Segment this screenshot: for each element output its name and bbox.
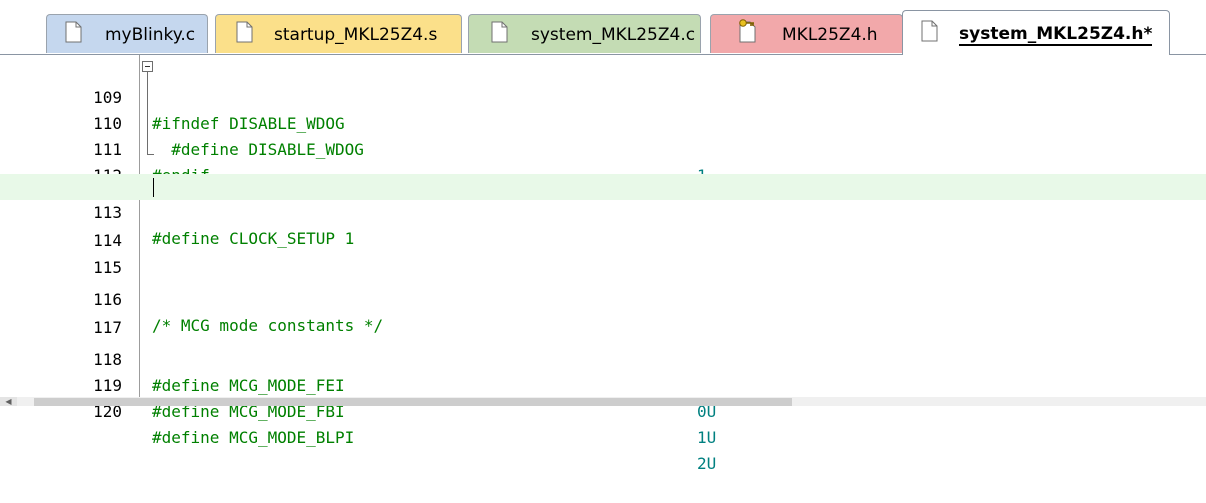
tab-label: system_MKL25Z4.h* [959, 24, 1153, 46]
code-line-current[interactable]: 113 #define CLOCK_SETUP 1 [0, 174, 1206, 248]
code-text: #define MCG_MODE_BLPI [152, 428, 355, 447]
code-line[interactable]: 114 [0, 202, 1206, 250]
horizontal-scrollbar[interactable]: ◀ [0, 397, 1206, 406]
tab-label: myBlinky.c [105, 25, 196, 45]
tab-label: startup_MKL25Z4.s [274, 25, 438, 45]
code-line[interactable]: 111 #endif [0, 111, 1206, 185]
code-line[interactable]: 110 #define DISABLE_WDOG 1 [0, 85, 1206, 185]
code-line[interactable]: 119 #define MCG_MODE_FBI 1U [0, 347, 1206, 447]
tab-startup-mkl25z4-s[interactable]: startup_MKL25Z4.s [215, 14, 462, 53]
code-line[interactable]: 118 #define MCG_MODE_FEI 0U [0, 321, 1206, 421]
tab-label: system_MKL25Z4.c [531, 25, 696, 45]
code-line[interactable]: 120 #define MCG_MODE_BLPI 2U [0, 373, 1206, 473]
text-caret [153, 178, 154, 197]
scrollbar-thumb[interactable] [34, 398, 792, 406]
tab-label: MKL25Z4.h [782, 25, 878, 45]
document-icon [491, 21, 508, 43]
key-document-icon [739, 19, 756, 43]
code-line[interactable]: 117 [0, 289, 1206, 337]
code-editor[interactable]: 109 #ifndef DISABLE_WDOG 110 #define DIS… [0, 55, 1206, 473]
code-line[interactable]: 112 [0, 137, 1206, 185]
fold-guide-line [147, 72, 148, 154]
tab-system-mkl25z4-c[interactable]: system_MKL25Z4.c [468, 14, 701, 53]
tab-system-mkl25z4-h[interactable]: system_MKL25Z4.h* [902, 10, 1170, 55]
define-value: 1U [697, 428, 717, 447]
code-line[interactable]: 109 #ifndef DISABLE_WDOG [0, 59, 1206, 133]
scroll-left-arrow-icon[interactable]: ◀ [0, 397, 17, 406]
define-value: 2U [697, 454, 717, 473]
editor-tab-bar: myBlinky.c startup_MKL25Z4.s system_MKL2… [0, 0, 1206, 55]
code-line[interactable]: 116 /* MCG mode constants */ [0, 261, 1206, 335]
document-icon [921, 20, 938, 42]
code-line[interactable]: 115 [0, 229, 1206, 277]
fold-end-marker [147, 154, 154, 155]
document-icon [236, 21, 253, 43]
document-icon [65, 21, 82, 43]
tab-myblinky-c[interactable]: myBlinky.c [46, 14, 208, 53]
fold-collapse-icon[interactable] [142, 61, 153, 72]
tab-mkl25z4-h[interactable]: MKL25Z4.h [710, 14, 903, 53]
